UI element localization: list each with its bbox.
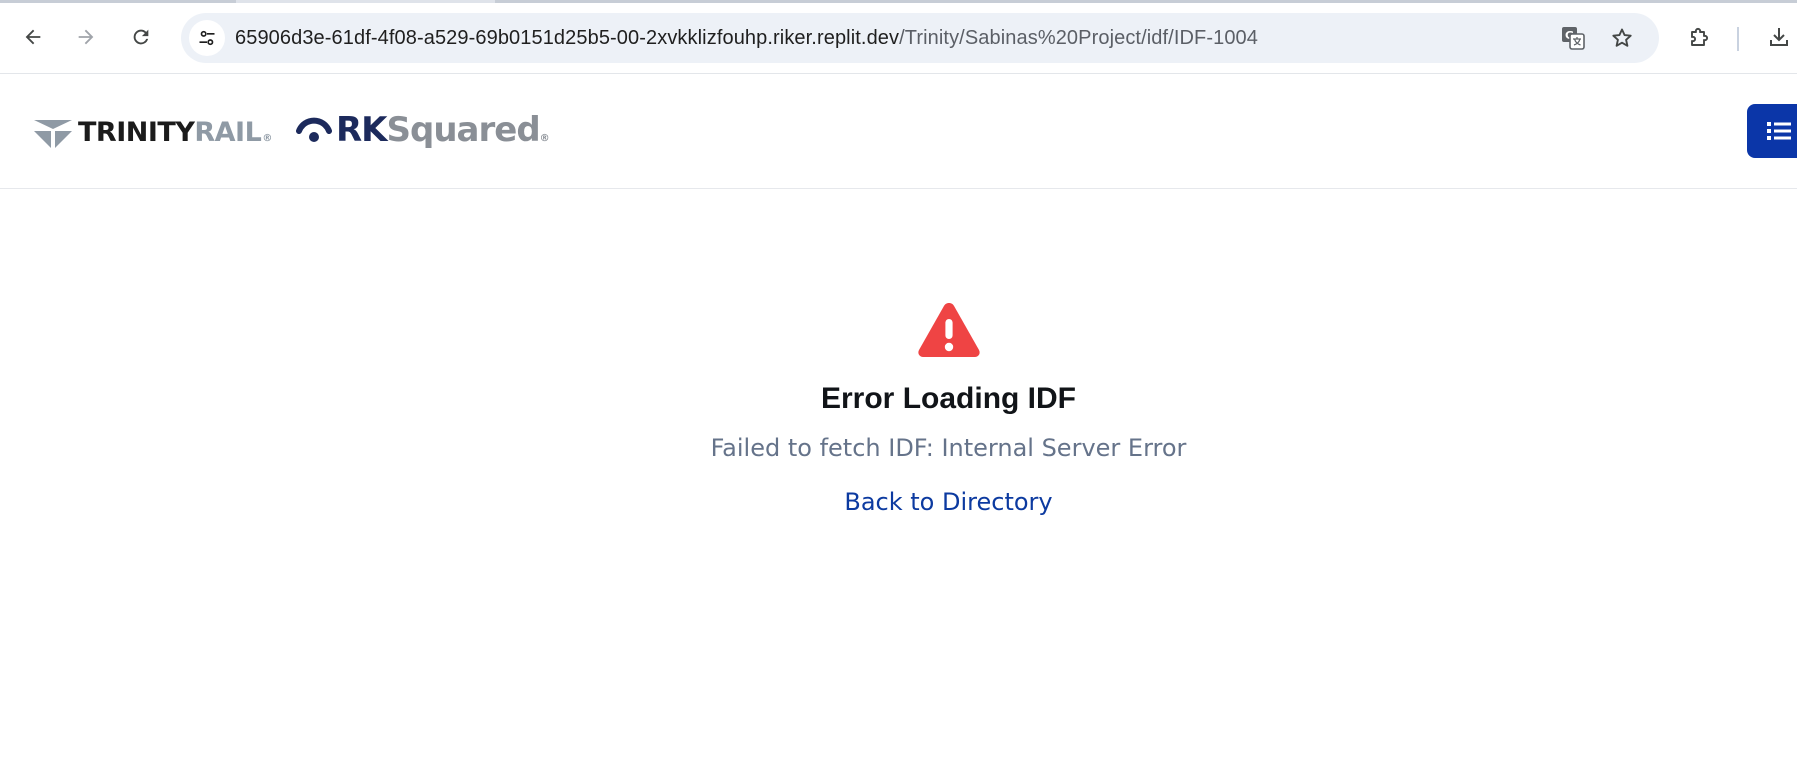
forward-button[interactable]	[69, 20, 103, 54]
translate-icon: G	[1562, 27, 1585, 50]
app-header: TRINITYRAIL® RKSquared®	[0, 74, 1797, 189]
trinityrail-logo: TRINITYRAIL®	[34, 112, 272, 152]
back-button[interactable]	[16, 20, 50, 54]
browser-toolbar: 65906d3e-61df-4f08-a529-69b0151d25b5-00-…	[0, 3, 1797, 74]
rksquared-logo: RKSquared®	[296, 102, 550, 158]
url-host: 65906d3e-61df-4f08-a529-69b0151d25b5-00-…	[235, 27, 900, 49]
reload-icon	[133, 29, 149, 45]
signal-mark-icon	[296, 117, 332, 142]
back-to-directory-link[interactable]: Back to Directory	[844, 488, 1052, 516]
bookmark-button[interactable]	[1605, 21, 1639, 55]
url-path: /Trinity/Sabinas%20Project/idf/IDF-1004	[899, 27, 1258, 49]
toolbar-divider	[1737, 27, 1739, 51]
arrow-right-icon	[78, 29, 94, 45]
error-title: Error Loading IDF	[821, 382, 1076, 415]
url-text[interactable]: 65906d3e-61df-4f08-a529-69b0151d25b5-00-…	[235, 13, 1258, 63]
tune-icon	[199, 30, 215, 46]
error-message: Failed to fetch IDF: Internal Server Err…	[710, 434, 1187, 462]
arrow-left-icon	[25, 29, 41, 45]
address-bar[interactable]: 65906d3e-61df-4f08-a529-69b0151d25b5-00-…	[181, 13, 1659, 63]
site-info-button[interactable]	[189, 20, 225, 56]
menu-toggle-button[interactable]	[1747, 104, 1797, 158]
star-icon	[1612, 28, 1632, 47]
download-icon	[1770, 28, 1788, 46]
warning-triangle-icon	[917, 303, 980, 357]
error-panel: Error Loading IDF Failed to fetch IDF: I…	[0, 300, 1797, 516]
extensions-button[interactable]	[1683, 20, 1717, 54]
download-button[interactable]	[1762, 20, 1796, 54]
reload-button[interactable]	[124, 20, 158, 54]
trinity-mark-icon	[34, 120, 72, 148]
list-icon	[1767, 122, 1791, 140]
translate-button[interactable]: G	[1556, 21, 1590, 55]
puzzle-icon	[1691, 27, 1709, 46]
trinityrail-wordmark: TRINITYRAIL®	[78, 116, 272, 148]
rksquared-wordmark: RKSquared®	[336, 110, 550, 150]
